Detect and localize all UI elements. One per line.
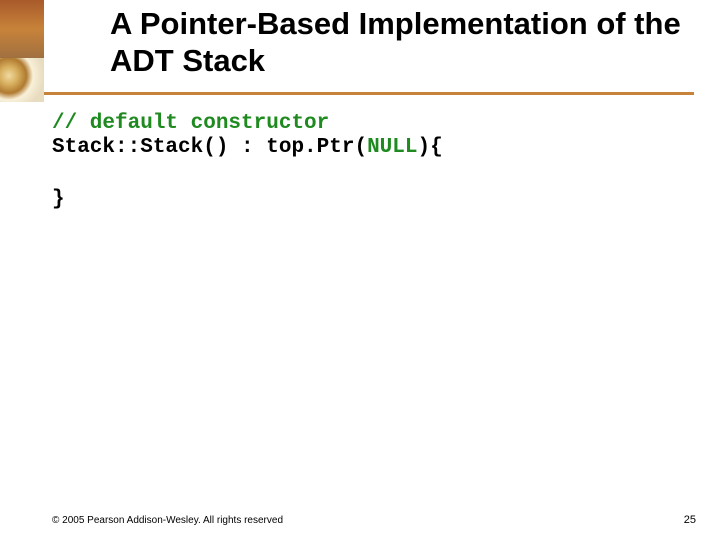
stripe-orange-block [0,0,44,58]
code-body: // default constructor Stack::Stack() : … [52,112,692,212]
left-decorative-stripe [0,0,44,540]
code-pre: Stack::Stack() : top.Ptr( [52,136,367,159]
code-comment: // default constructor [52,112,692,136]
stripe-texture-block [0,58,44,102]
footer-page-number: 25 [684,514,696,526]
footer-copyright: © 2005 Pearson Addison-Wesley. All right… [52,515,283,526]
code-constructor-line: Stack::Stack() : top.Ptr(NULL){ [52,136,692,160]
code-null: NULL [367,136,417,159]
code-close-brace: } [52,188,692,212]
slide-title: A Pointer-Based Implementation of the AD… [110,6,700,79]
title-block: A Pointer-Based Implementation of the AD… [110,6,700,79]
code-post: ){ [417,136,442,159]
slide: A Pointer-Based Implementation of the AD… [0,0,720,540]
comment-text: // default constructor [52,112,329,135]
title-underline [44,92,694,95]
